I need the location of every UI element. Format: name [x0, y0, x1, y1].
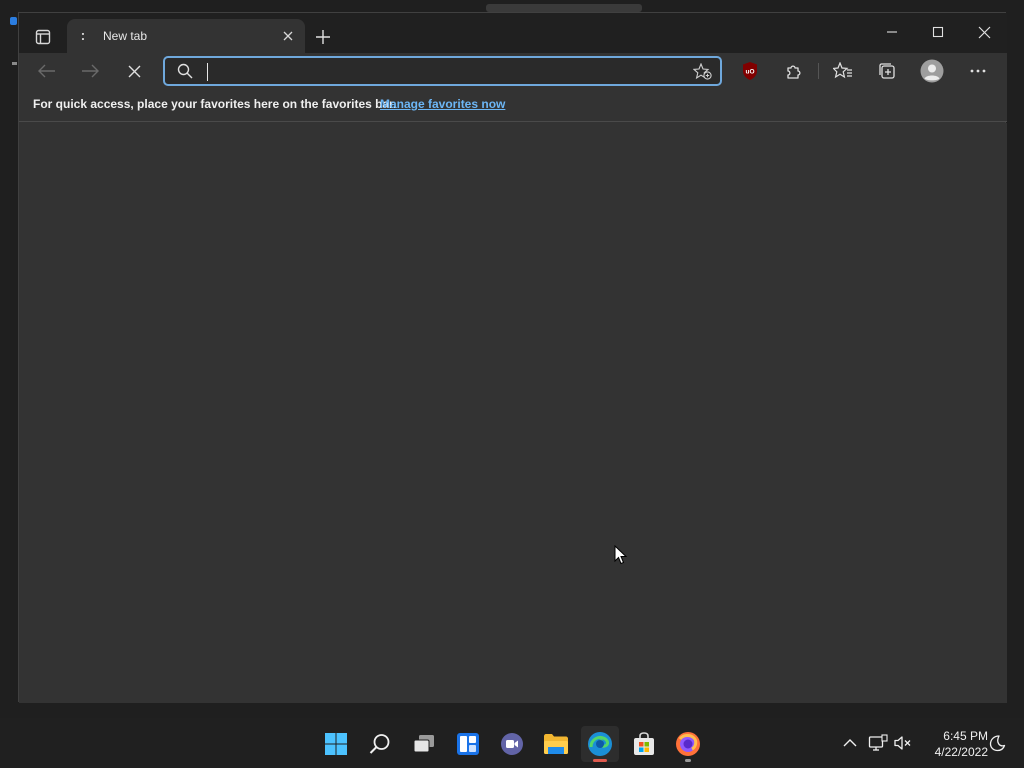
- close-icon: [978, 26, 990, 38]
- favorites-bar-message: For quick access, place your favorites h…: [33, 97, 397, 111]
- clock-date: 4/22/2022: [934, 745, 988, 759]
- search-icon: [177, 63, 195, 81]
- browser-window: : New tab uO For quick access, place you…: [18, 12, 1007, 703]
- favorites-icon[interactable]: [828, 57, 858, 85]
- clock-time: 6:45 PM: [943, 729, 988, 743]
- favorites-bar: For quick access, place your favorites h…: [19, 89, 1007, 122]
- back-icon: [38, 64, 55, 78]
- tab-close-icon[interactable]: [279, 27, 297, 45]
- extensions-icon[interactable]: [779, 57, 809, 85]
- background-app-icon: [10, 17, 17, 25]
- svg-text:uO: uO: [745, 69, 754, 76]
- chevron-up-icon: [843, 739, 857, 747]
- new-tab-button[interactable]: [311, 25, 335, 49]
- address-bar[interactable]: [163, 56, 722, 86]
- store-icon: [634, 732, 654, 755]
- maximize-icon: [932, 26, 944, 38]
- firefox-icon: [676, 732, 700, 756]
- toolbar-divider: [818, 63, 819, 79]
- running-app-indicator: [685, 759, 691, 762]
- text-caret: [207, 63, 208, 81]
- edge-icon: [588, 732, 612, 756]
- page-content: [19, 123, 1007, 703]
- tab-title: New tab: [103, 29, 148, 43]
- chat-icon: [501, 733, 523, 755]
- profile-icon[interactable]: [917, 57, 947, 85]
- taskbar-search-button[interactable]: [361, 726, 399, 762]
- tab-actions-icon[interactable]: [29, 25, 57, 49]
- store-button[interactable]: [625, 726, 663, 762]
- plus-icon: [316, 30, 330, 44]
- collections-icon[interactable]: [872, 57, 902, 85]
- more-icon[interactable]: [963, 57, 993, 85]
- minimize-icon: [887, 31, 897, 33]
- forward-button[interactable]: [75, 57, 105, 85]
- system-clock[interactable]: 6:45 PM 4/22/2022: [918, 728, 988, 760]
- stop-icon: [128, 65, 140, 77]
- tab-new-tab[interactable]: : New tab: [67, 19, 305, 53]
- tab-favicon: :: [80, 27, 86, 43]
- stop-button[interactable]: [119, 57, 149, 85]
- mouse-cursor-icon: [614, 544, 628, 565]
- close-window-button[interactable]: [961, 17, 1007, 47]
- taskbar: 6:45 PM 4/22/2022: [0, 718, 1024, 768]
- maximize-button[interactable]: [915, 17, 961, 47]
- task-view-icon: [413, 735, 434, 753]
- minimize-button[interactable]: [869, 17, 915, 47]
- volume-muted-icon[interactable]: [892, 732, 914, 754]
- add-favorite-icon[interactable]: [692, 62, 713, 81]
- network-icon[interactable]: [867, 732, 889, 754]
- start-icon: [325, 733, 347, 755]
- edge-button[interactable]: [581, 726, 619, 762]
- ublock-icon[interactable]: uO: [735, 57, 765, 85]
- back-button[interactable]: [32, 57, 62, 85]
- task-view-button[interactable]: [405, 726, 443, 762]
- widgets-icon: [457, 733, 479, 755]
- address-input[interactable]: [205, 62, 675, 82]
- file-explorer-icon: [544, 734, 568, 754]
- forward-icon: [82, 64, 99, 78]
- chat-button[interactable]: [493, 726, 531, 762]
- active-app-indicator: [593, 759, 607, 762]
- desktop: : New tab uO For quick access, place you…: [0, 0, 1024, 768]
- title-bar: : New tab: [19, 13, 1007, 53]
- firefox-button[interactable]: [669, 726, 707, 762]
- show-hidden-icons-button[interactable]: [839, 732, 861, 754]
- start-button[interactable]: [317, 726, 355, 762]
- background-window-edge: [486, 4, 642, 12]
- search-icon: [369, 734, 390, 754]
- focus-assist-icon[interactable]: [986, 732, 1008, 754]
- manage-favorites-link[interactable]: Manage favorites now: [380, 97, 505, 111]
- widgets-button[interactable]: [449, 726, 487, 762]
- file-explorer-button[interactable]: [537, 726, 575, 762]
- browser-toolbar: uO: [19, 53, 1007, 89]
- background-window-edge: [12, 62, 17, 65]
